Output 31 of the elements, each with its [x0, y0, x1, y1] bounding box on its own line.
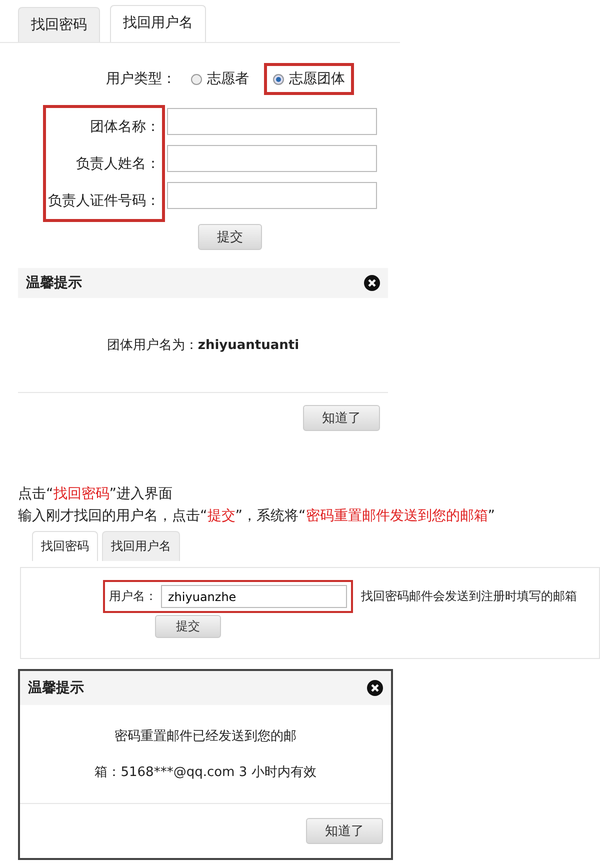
instruction-text: 输入刚才找回的用户名，点击“提交”，系统将“密码重置邮件发送到您的邮箱”	[18, 507, 496, 526]
radio-option[interactable]: 志愿团体	[264, 63, 354, 95]
input-field[interactable]	[167, 108, 377, 135]
tab[interactable]: 找回用户名	[110, 5, 206, 42]
hint-text: 找回密码邮件会发送到注册时填写的邮箱	[361, 588, 577, 605]
close-icon[interactable]	[367, 680, 383, 696]
close-icon[interactable]	[364, 275, 380, 291]
dialog-message: 团体用户名为：zhiyuantuanti	[106, 337, 300, 354]
dialog-message: 密码重置邮件已经发送到您的邮	[114, 728, 296, 745]
field-label: 团体名称：	[89, 118, 160, 136]
field-label: 负责人姓名：	[75, 154, 160, 174]
tab[interactable]: 找回密码	[18, 7, 100, 42]
tab[interactable]: 找回用户名	[102, 531, 180, 561]
dialog-message: 箱：5168***@qq.com 3 小时内有效	[94, 764, 316, 781]
instruction-text: 点击“找回密码”进入界面	[18, 485, 174, 504]
dialog-title: 温馨提示	[28, 679, 84, 697]
input-field[interactable]	[167, 145, 377, 172]
dialog-title: 温馨提示	[26, 274, 82, 292]
field-label: 用户名：	[109, 588, 157, 605]
radio-button[interactable]	[191, 74, 202, 84]
submit-button[interactable]: 提交	[198, 224, 262, 250]
submit-button[interactable]: 提交	[155, 615, 221, 638]
ok-button[interactable]: 知道了	[303, 405, 380, 431]
input-field[interactable]	[167, 182, 377, 209]
radio-button[interactable]	[273, 74, 284, 84]
radio-option[interactable]: 志愿者	[182, 63, 258, 95]
ok-button[interactable]: 知道了	[306, 818, 383, 844]
input-field[interactable]: zhiyuanzhe	[161, 585, 347, 608]
field-label: 用户类型：	[106, 70, 176, 88]
field-label: 负责人证件号码：	[48, 192, 160, 210]
tab[interactable]: 找回密码	[32, 531, 98, 561]
